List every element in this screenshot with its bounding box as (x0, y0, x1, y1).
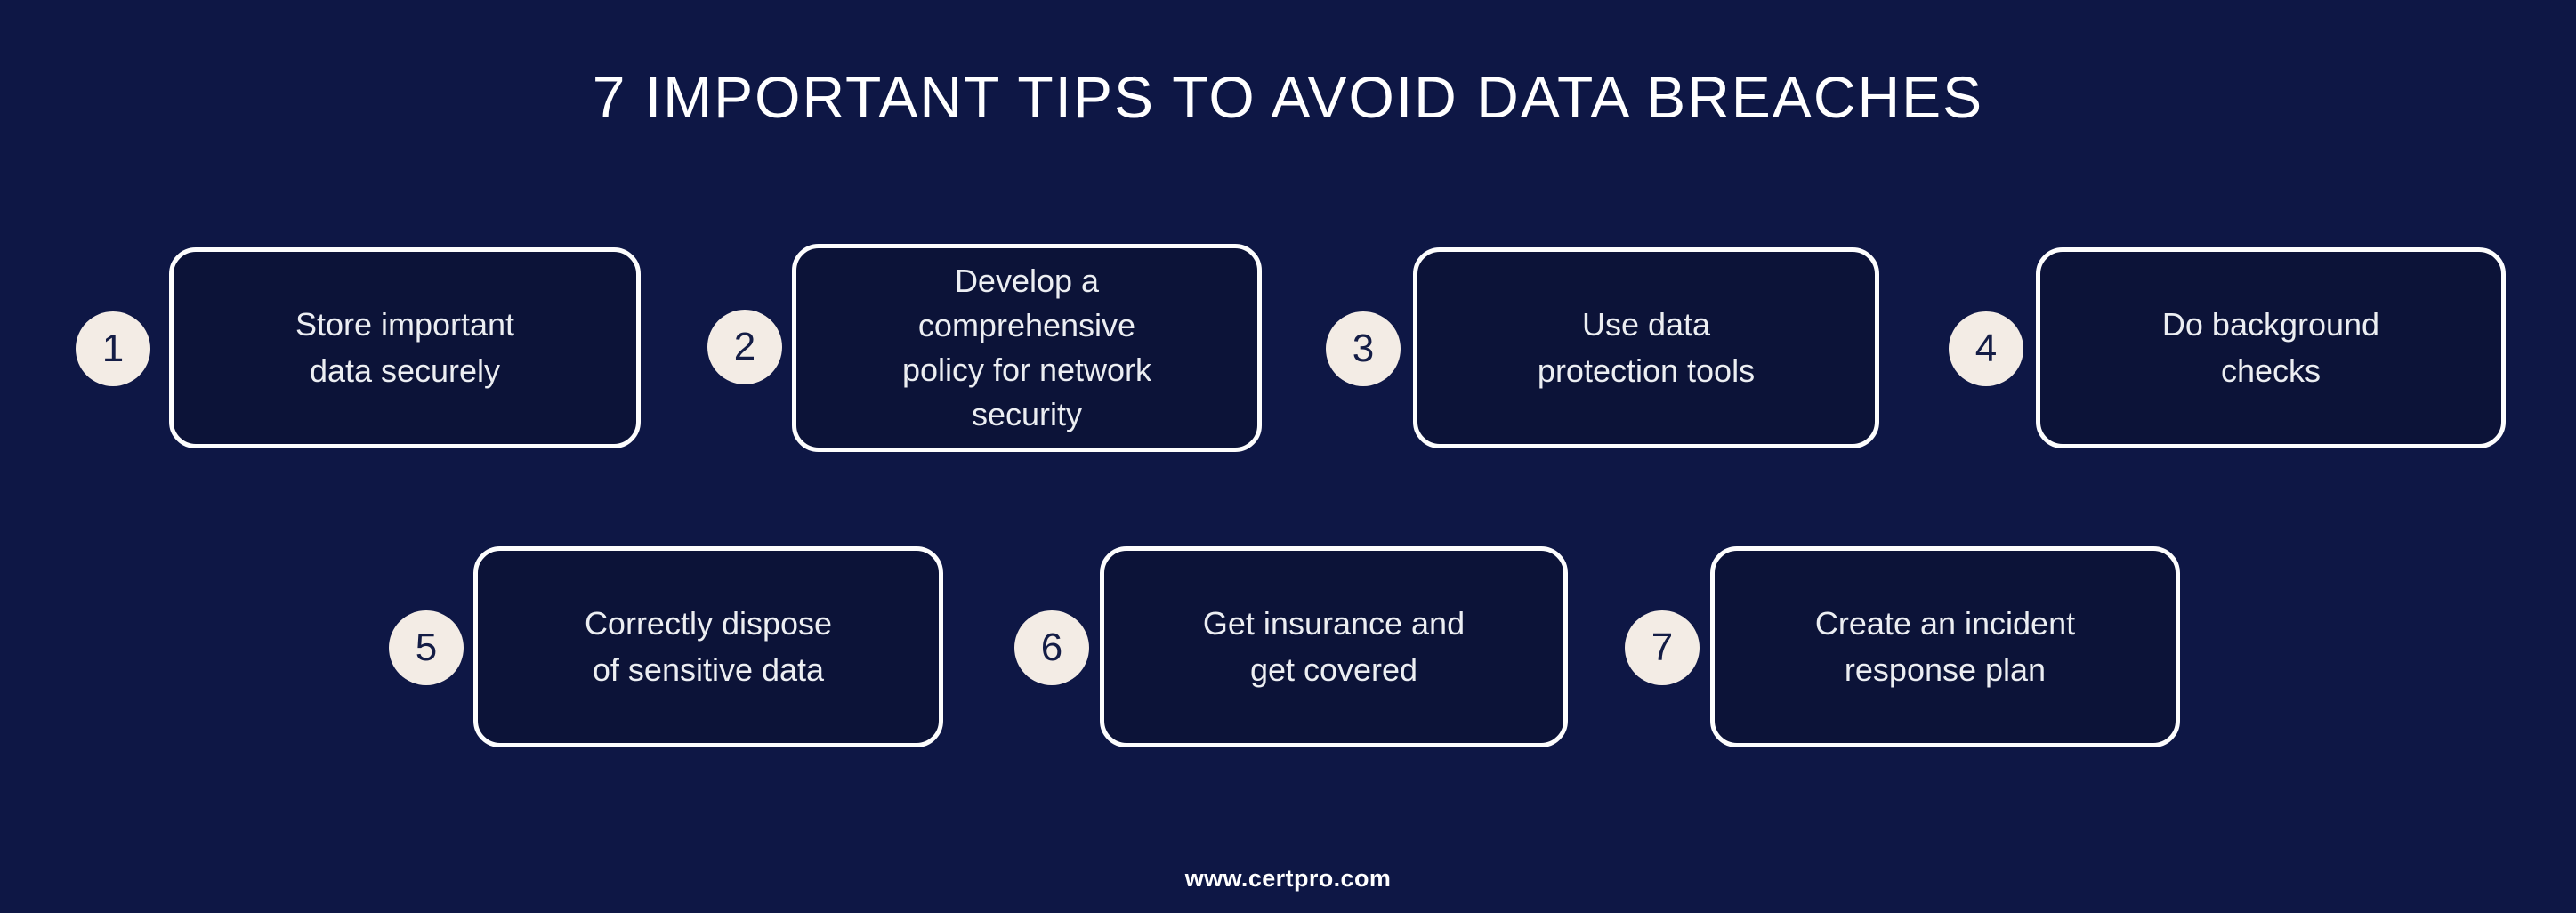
tip-card-2[interactable]: Develop a comprehensive policy for netwo… (792, 244, 1262, 452)
tip-card-1[interactable]: Store important data securely (169, 247, 641, 448)
tip-number-badge-2[interactable]: 2 (707, 310, 782, 384)
page-title: 7 IMPORTANT TIPS TO AVOID DATA BREACHES (592, 64, 1984, 130)
tip-card-label: Do background checks (2161, 306, 2380, 389)
website-footer: www.certpro.com (1184, 865, 1392, 892)
tip-number-label: 6 (1040, 626, 1063, 669)
tip-card-label: Correctly dispose of sensitive data (584, 605, 833, 688)
tip-card-label: Use data protection tools (1537, 306, 1756, 389)
tip-number-badge-1[interactable]: 1 (76, 311, 150, 386)
tip-number-badge-7[interactable]: 7 (1625, 610, 1700, 685)
tip-number-label: 4 (1974, 327, 1998, 370)
infographic-canvas: 7 IMPORTANT TIPS TO AVOID DATA BREACHES … (0, 0, 2576, 913)
tip-number-label: 2 (733, 325, 756, 368)
tip-number-badge-5[interactable]: 5 (389, 610, 464, 685)
tip-number-label: 7 (1651, 626, 1674, 669)
tip-number-label: 3 (1352, 327, 1375, 370)
tip-number-label: 5 (415, 626, 438, 669)
tip-card-6[interactable]: Get insurance and get covered (1100, 546, 1568, 747)
tip-card-label: Create an incident response plan (1814, 605, 2076, 688)
tip-card-5[interactable]: Correctly dispose of sensitive data (473, 546, 943, 747)
tip-number-label: 1 (101, 327, 125, 370)
tip-card-7[interactable]: Create an incident response plan (1710, 546, 2180, 747)
tip-number-badge-4[interactable]: 4 (1949, 311, 2023, 386)
tip-card-label: Store important data securely (295, 306, 515, 389)
tip-card-label: Develop a comprehensive policy for netwo… (901, 263, 1152, 432)
tip-card-label: Get insurance and get covered (1202, 605, 1466, 688)
tip-number-badge-6[interactable]: 6 (1014, 610, 1089, 685)
tip-card-3[interactable]: Use data protection tools (1413, 247, 1879, 448)
tip-card-4[interactable]: Do background checks (2036, 247, 2506, 448)
tip-number-badge-3[interactable]: 3 (1326, 311, 1401, 386)
